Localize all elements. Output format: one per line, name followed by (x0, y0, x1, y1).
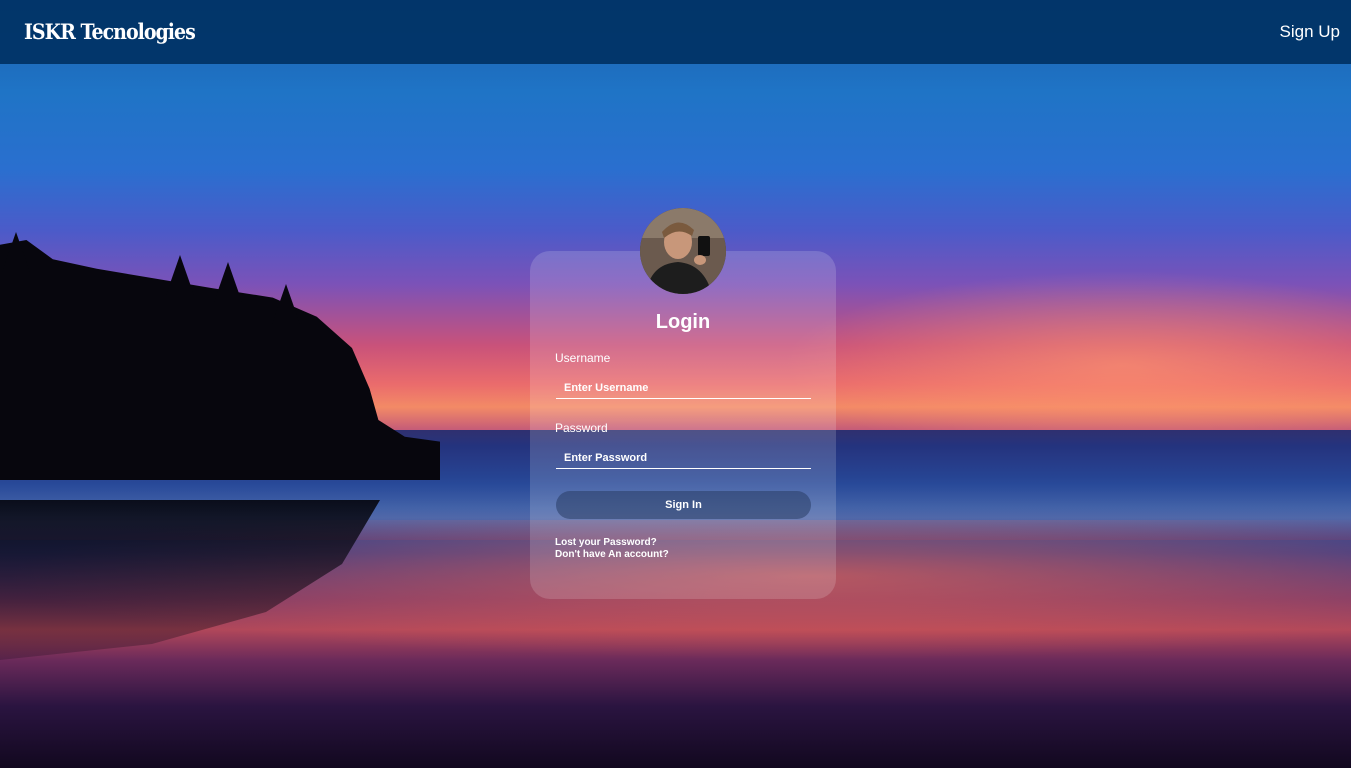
user-avatar (640, 208, 726, 294)
top-navbar: ISKR Tecnologies Sign Up (0, 0, 1351, 64)
username-label: Username (555, 351, 611, 365)
username-input[interactable] (556, 377, 811, 399)
password-input[interactable] (556, 447, 811, 469)
sunset-glow (780, 270, 1351, 430)
avatar-image (640, 208, 726, 294)
signup-link[interactable]: Sign Up (1280, 22, 1340, 42)
tree-silhouette (2, 232, 30, 272)
tree-silhouette (214, 262, 242, 302)
signin-button[interactable]: Sign In (556, 491, 811, 519)
tree-silhouette (272, 284, 300, 324)
tree-silhouette (166, 255, 194, 295)
no-account-link[interactable]: Don't have An account? (555, 549, 669, 560)
login-title: Login (655, 311, 711, 333)
brand-logo[interactable]: ISKR Tecnologies (24, 19, 196, 44)
password-label: Password (555, 421, 608, 435)
lost-password-link[interactable]: Lost your Password? (555, 537, 657, 548)
login-card: Login Username Password Sign In Lost you… (530, 251, 836, 599)
